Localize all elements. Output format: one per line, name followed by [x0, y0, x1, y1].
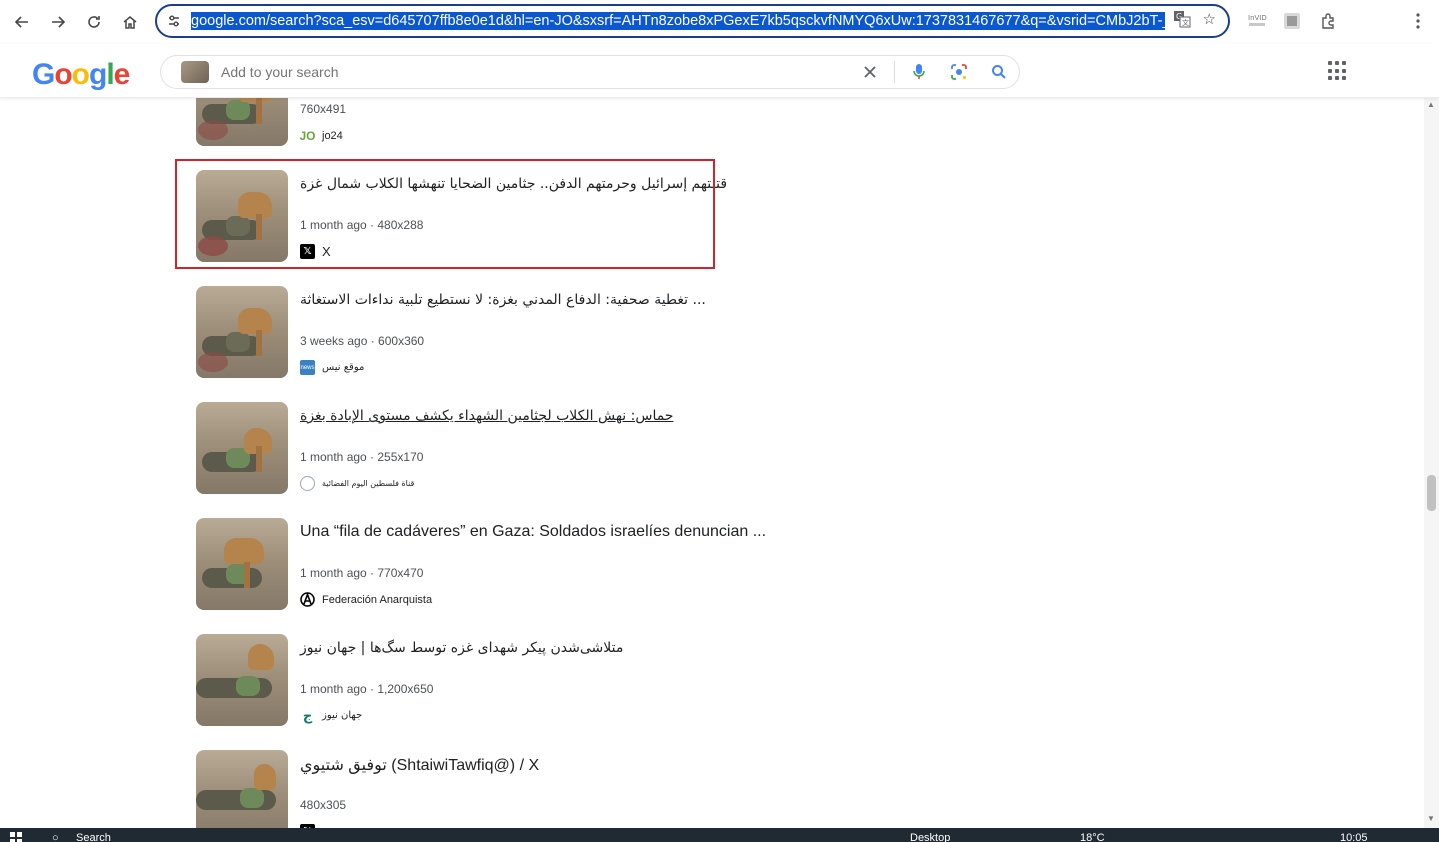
- result-thumbnail[interactable]: [196, 286, 288, 378]
- result-meta: 480x305: [300, 798, 347, 812]
- microphone-icon[interactable]: [899, 63, 939, 81]
- google-apps-icon[interactable]: [1328, 61, 1348, 81]
- result-source-name: جهان نيوز: [322, 710, 363, 721]
- google-logo[interactable]: Google: [32, 58, 131, 92]
- invid-extension-icon[interactable]: InVID: [1243, 7, 1271, 35]
- profile-extension-icon[interactable]: [1278, 7, 1306, 35]
- taskbar-search-icon[interactable]: ○: [52, 832, 59, 842]
- taskbar-clock[interactable]: 10:05: [1340, 832, 1368, 842]
- result-source[interactable]: JO jo24: [300, 128, 343, 143]
- reload-icon[interactable]: [76, 4, 112, 40]
- taskbar-desktop[interactable]: Desktop: [910, 832, 950, 842]
- address-bar[interactable]: google.com/search?sca_esv=d645707ffb8e0e…: [155, 4, 1230, 38]
- result-title[interactable]: تغطية صحفية: الدفاع المدني بغزة: لا نستط…: [300, 292, 706, 308]
- logo-letter: e: [113, 58, 131, 91]
- taskbar-weather[interactable]: 18°C: [1080, 832, 1105, 842]
- divider: [894, 61, 895, 83]
- result-title[interactable]: توفيق شتيوي (ShtaiwiTawfiq@) / X: [300, 755, 539, 775]
- search-box[interactable]: [160, 55, 1020, 89]
- result-source[interactable]: ج جهان نيوز: [300, 708, 362, 723]
- scrollbar[interactable]: ▲ ▼: [1424, 98, 1439, 828]
- scrollbar-thumb[interactable]: [1427, 475, 1436, 511]
- jahan-news-favicon-icon: ج: [302, 707, 313, 723]
- forward-icon[interactable]: [40, 4, 76, 40]
- result-thumbnail[interactable]: [196, 518, 288, 610]
- logo-letter: l: [106, 58, 114, 91]
- scroll-up-icon[interactable]: ▲: [1427, 100, 1435, 109]
- result-meta: 760x491: [300, 102, 347, 116]
- extensions-icon[interactable]: [1315, 7, 1343, 35]
- logo-letter: G: [32, 58, 55, 91]
- url-selection: google.com/search?sca_esv=d645707ffb8e0e…: [191, 12, 1165, 30]
- result-meta: 1 month ago · 255x170: [300, 450, 424, 464]
- logo-letter: g: [89, 58, 107, 91]
- result-thumbnail[interactable]: [196, 750, 288, 828]
- result-thumbnail[interactable]: [196, 634, 288, 726]
- jo24-favicon-icon: JO: [299, 128, 316, 143]
- list-item[interactable]: تغطية صحفية: الدفاع المدني بغزة: لا نستط…: [196, 286, 896, 378]
- highlight-annotation-box: [175, 159, 715, 269]
- translate-icon[interactable]: G文: [1173, 10, 1191, 32]
- result-source-name: jo24: [322, 129, 343, 142]
- svg-text:文: 文: [1182, 18, 1189, 27]
- back-icon[interactable]: [4, 4, 40, 40]
- result-thumbnail[interactable]: [196, 402, 288, 494]
- taskbar-search[interactable]: Search: [76, 832, 111, 842]
- result-meta: 1 month ago · 770x470: [300, 566, 424, 580]
- result-source-name: موقع نيس: [322, 362, 365, 373]
- menu-icon[interactable]: [1404, 7, 1432, 35]
- clear-icon[interactable]: [850, 65, 890, 79]
- google-header: Google: [0, 44, 1439, 98]
- result-source[interactable]: Federación Anarquista: [300, 592, 432, 607]
- windows-taskbar: ○ Search Desktop 18°C 10:05: [0, 828, 1439, 842]
- logo-letter: o: [71, 58, 90, 91]
- news-favicon-icon: news: [300, 360, 315, 375]
- svg-text:InVID: InVID: [1248, 14, 1267, 22]
- browser-toolbar: google.com/search?sca_esv=d645707ffb8e0e…: [0, 0, 1439, 44]
- result-source-name: قناة فلسطين اليوم الفضائية: [322, 479, 415, 488]
- result-title[interactable]: Una “fila de cadáveres” en Gaza: Soldado…: [300, 523, 766, 541]
- result-title[interactable]: متلاشی‌شدن پیکر شهدای غزه توسط سگ‌ها | ج…: [300, 640, 623, 656]
- result-source-name: Federación Anarquista: [322, 593, 433, 606]
- search-icon[interactable]: [979, 64, 1019, 80]
- result-source[interactable]: news موقع نيس: [300, 360, 364, 375]
- search-image-thumbnail[interactable]: [181, 61, 209, 83]
- lens-icon[interactable]: [939, 63, 979, 81]
- result-source[interactable]: قناة فلسطين اليوم الفضائية: [300, 476, 414, 491]
- site-info-icon[interactable]: [157, 14, 191, 28]
- visual-matches-list: 760x491 JO jo24 قتلتهم إسرائيل وحرمتهم ا…: [0, 98, 1424, 828]
- url-text[interactable]: google.com/search?sca_esv=d645707ffb8e0e…: [191, 10, 1165, 32]
- result-title[interactable]: حماس: نهش الكلاب لجثامين الشهداء يكشف مس…: [300, 408, 673, 424]
- list-item[interactable]: حماس: نهش الكلاب لجثامين الشهداء يكشف مس…: [196, 402, 896, 494]
- result-thumbnail[interactable]: [196, 98, 288, 146]
- star-icon[interactable]: ☆: [1203, 10, 1216, 32]
- scroll-down-icon[interactable]: ▼: [1427, 814, 1435, 823]
- logo-letter: o: [54, 58, 72, 91]
- palestine-today-favicon-icon: [300, 476, 315, 491]
- result-meta: 3 weeks ago · 600x360: [300, 334, 425, 348]
- list-item[interactable]: Una “fila de cadáveres” en Gaza: Soldado…: [196, 518, 896, 610]
- list-item[interactable]: متلاشی‌شدن پیکر شهدای غزه توسط سگ‌ها | ج…: [196, 634, 896, 726]
- list-item[interactable]: 760x491 JO jo24: [196, 98, 896, 146]
- home-icon[interactable]: [112, 4, 148, 40]
- list-item[interactable]: توفيق شتيوي (ShtaiwiTawfiq@) / X 480x305…: [196, 750, 896, 828]
- anarchy-favicon-icon: [300, 592, 315, 607]
- windows-start-icon[interactable]: [10, 832, 22, 842]
- result-meta: 1 month ago · 1,200x650: [300, 682, 434, 696]
- search-input[interactable]: [221, 64, 850, 80]
